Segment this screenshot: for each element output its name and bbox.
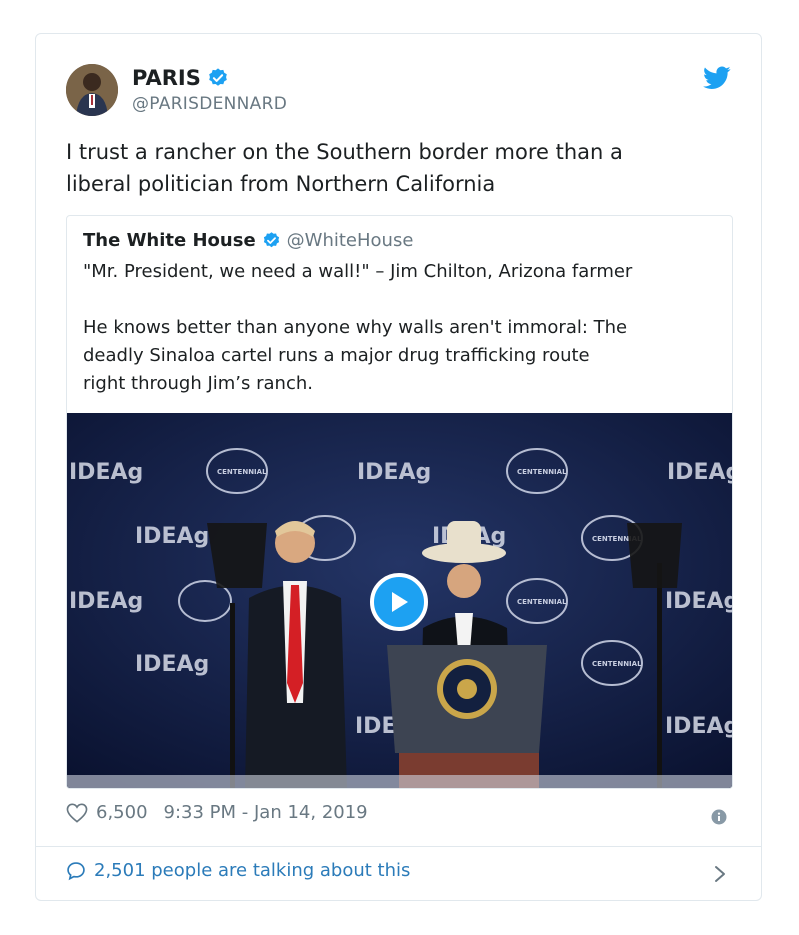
seal-text: CENTENNIAL bbox=[592, 660, 642, 668]
backdrop-logo: IDEAg bbox=[665, 714, 733, 739]
seal-text: CENTENNIAL bbox=[217, 468, 267, 476]
author-avatar[interactable] bbox=[66, 64, 118, 116]
tweet-meta: 6,500 9:33 PM - Jan 14, 2019 bbox=[66, 802, 368, 823]
quoted-author-handle: @WhiteHouse bbox=[286, 230, 414, 251]
author-name[interactable]: PARIS bbox=[132, 66, 229, 90]
tweet-text-line: I trust a rancher on the Southern border… bbox=[66, 140, 623, 164]
footer-divider bbox=[36, 846, 761, 847]
talking-about-text: 2,501 people are talking about this bbox=[94, 860, 411, 881]
embedded-tweet-card: PARIS @PARISDENNARD I trust a rancher on… bbox=[35, 33, 762, 901]
seal-text: CENTENNIAL bbox=[517, 468, 567, 476]
backdrop-logo: IDEAg bbox=[135, 524, 209, 549]
quoted-text-line: He knows better than anyone why walls ar… bbox=[83, 317, 628, 338]
info-icon[interactable] bbox=[711, 809, 727, 825]
quoted-text-line: deadly Sinaloa cartel runs a major drug … bbox=[83, 345, 590, 366]
video-player[interactable]: IDEAg IDEAg IDEAg IDEAg IDEAg IDEAg IDEA… bbox=[67, 413, 733, 788]
quoted-text-line: "Mr. President, we need a wall!" – Jim C… bbox=[83, 261, 633, 282]
backdrop-logo: IDEAg bbox=[135, 652, 209, 677]
quoted-text-line: right through Jim’s ranch. bbox=[83, 373, 313, 394]
quoted-tweet[interactable]: The White House @WhiteHouse "Mr. Preside… bbox=[66, 215, 733, 789]
heart-icon[interactable] bbox=[66, 803, 88, 823]
author-name-text: PARIS bbox=[132, 66, 201, 90]
talking-about-link[interactable]: 2,501 people are talking about this bbox=[66, 860, 410, 881]
backdrop-logo: IDEAg bbox=[665, 589, 733, 614]
verified-badge-icon bbox=[207, 67, 229, 89]
quoted-author-name: The White House bbox=[83, 230, 256, 251]
backdrop-logo: IDEAg bbox=[69, 589, 143, 614]
play-button[interactable] bbox=[370, 573, 428, 631]
like-count[interactable]: 6,500 bbox=[96, 802, 148, 823]
backdrop-logo: IDEAg bbox=[69, 460, 143, 485]
seal-text: CENTENNIAL bbox=[517, 598, 567, 606]
speech-bubble-icon bbox=[66, 861, 86, 881]
backdrop-logo: IDEAg bbox=[357, 460, 431, 485]
tweet-text: I trust a rancher on the Southern border… bbox=[66, 136, 726, 200]
author-handle[interactable]: @PARISDENNARD bbox=[132, 94, 287, 114]
chevron-right-icon[interactable] bbox=[713, 864, 727, 884]
tweet-text-line: liberal politician from Northern Califor… bbox=[66, 172, 496, 196]
quoted-tweet-header: The White House @WhiteHouse bbox=[83, 230, 413, 251]
verified-badge-icon bbox=[262, 231, 281, 250]
tweet-timestamp[interactable]: 9:33 PM - Jan 14, 2019 bbox=[164, 802, 368, 823]
twitter-bird-icon[interactable] bbox=[703, 66, 731, 90]
play-icon bbox=[388, 590, 410, 614]
backdrop-logo: IDEAg bbox=[667, 460, 733, 485]
